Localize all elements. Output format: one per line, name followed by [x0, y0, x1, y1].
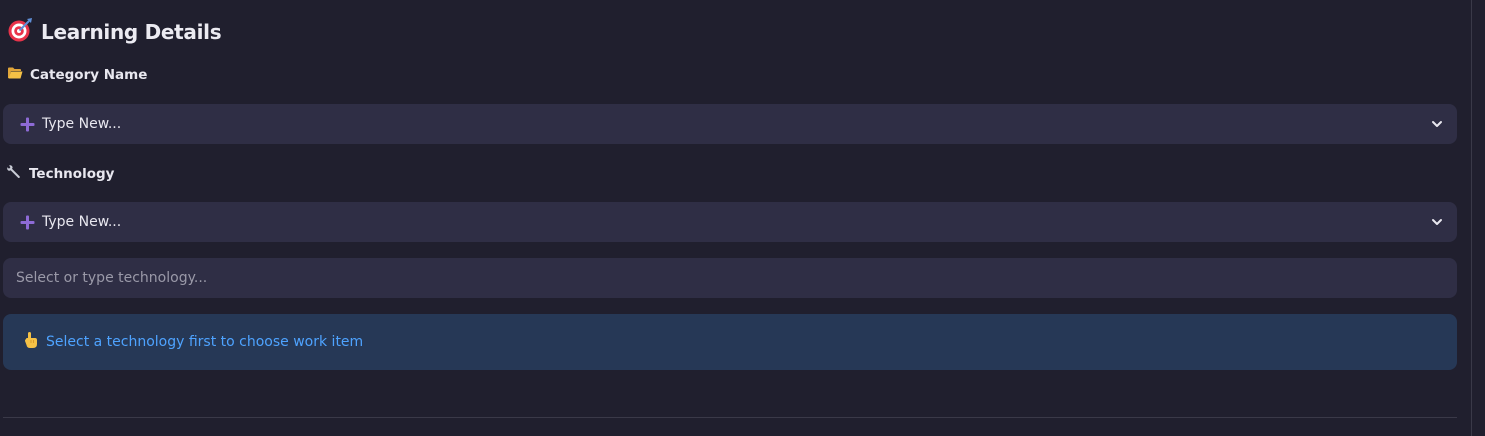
info-message: Select a technology first to choose work…: [3, 314, 1457, 370]
technology-select-value: Type New...: [42, 214, 122, 230]
page-title: Learning Details: [41, 20, 222, 44]
info-message-text: Select a technology first to choose work…: [46, 334, 364, 350]
technology-label-text: Technology: [29, 165, 115, 182]
technology-input[interactable]: [3, 258, 1457, 298]
technology-label: Technology: [7, 164, 114, 183]
technology-select[interactable]: Type New...: [3, 202, 1457, 242]
target-dart-icon: [7, 17, 33, 47]
technology-input-wrapper: [3, 258, 1457, 298]
section-heading: Learning Details: [7, 17, 222, 47]
chevron-down-icon[interactable]: [1431, 216, 1443, 228]
category-select[interactable]: Type New...: [3, 104, 1457, 144]
chevron-down-icon[interactable]: [1431, 118, 1443, 130]
pointing-hand-icon: [22, 331, 40, 353]
plus-icon: [20, 117, 35, 131]
wrench-icon: [7, 164, 22, 183]
folder-icon: [7, 66, 23, 84]
category-label: Category Name: [7, 66, 147, 84]
category-select-value: Type New...: [42, 116, 122, 132]
category-label-text: Category Name: [30, 67, 148, 83]
plus-icon: [20, 215, 35, 229]
section-divider: [3, 417, 1457, 418]
right-divider: [1471, 0, 1472, 436]
